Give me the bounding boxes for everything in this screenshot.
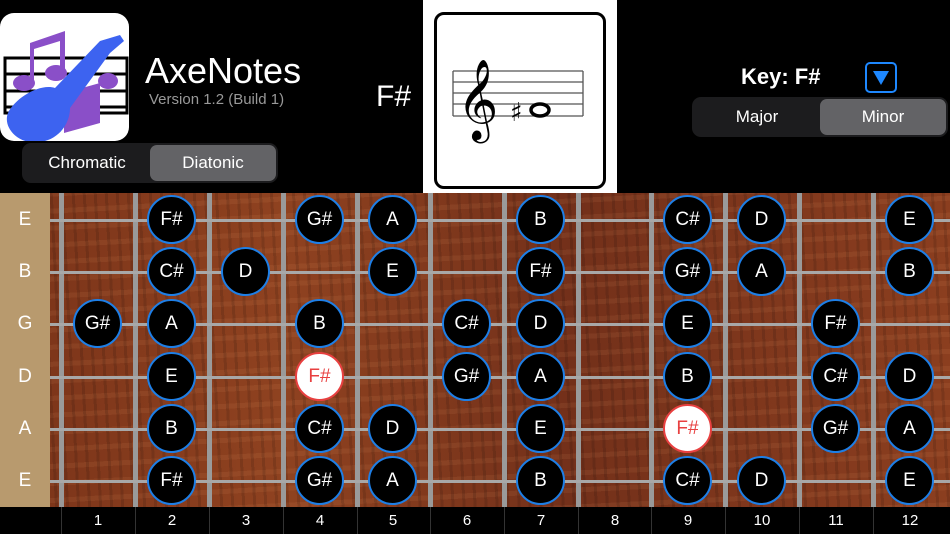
note-marker[interactable]: E [885, 195, 934, 244]
note-marker[interactable]: D [516, 299, 565, 348]
note-marker[interactable]: F# [663, 404, 712, 453]
fret-number: 9 [683, 512, 693, 529]
fret-number: 11 [828, 512, 844, 529]
note-marker[interactable]: C# [295, 404, 344, 453]
note-marker[interactable]: B [885, 247, 934, 296]
scale-minor[interactable]: Minor [820, 99, 946, 135]
whole-note-icon [529, 102, 551, 118]
treble-clef-icon: 𝄞 [457, 58, 498, 143]
fret-wire [355, 193, 360, 507]
fret-wire [797, 193, 802, 507]
mode-chromatic[interactable]: Chromatic [24, 145, 150, 181]
fret-number: 12 [901, 512, 919, 529]
note-marker[interactable]: C# [147, 247, 196, 296]
fretboard: F# G# A B C# D E C# D E F# G# A B G# A B C# D E F# E F# G# A B C# D… [0, 193, 950, 507]
note-marker[interactable]: C# [663, 195, 712, 244]
fret-number: 10 [753, 512, 771, 529]
string-label: E [18, 470, 32, 491]
string-label: D [18, 366, 32, 387]
note-marker[interactable]: D [885, 352, 934, 401]
note-marker[interactable]: F# [811, 299, 860, 348]
app-version: Version 1.2 (Build 1) [149, 91, 285, 108]
note-marker[interactable]: D [221, 247, 270, 296]
string-label: E [18, 209, 32, 230]
note-marker[interactable]: A [368, 456, 417, 505]
note-marker[interactable]: C# [811, 352, 860, 401]
note-marker[interactable]: B [663, 352, 712, 401]
note-marker[interactable]: A [147, 299, 196, 348]
note-marker[interactable]: E [663, 299, 712, 348]
fret-number: 6 [462, 512, 472, 529]
note-marker[interactable]: F# [516, 247, 565, 296]
note-marker[interactable]: E [147, 352, 196, 401]
fret-wire [649, 193, 654, 507]
note-marker[interactable]: E [885, 456, 934, 505]
note-marker[interactable]: G# [295, 456, 344, 505]
mode-diatonic[interactable]: Diatonic [150, 145, 276, 181]
fret-number: 7 [536, 512, 546, 529]
note-marker[interactable]: A [737, 247, 786, 296]
note-marker[interactable]: A [368, 195, 417, 244]
triangle-down-icon [873, 70, 889, 85]
note-marker[interactable]: C# [663, 456, 712, 505]
nut [0, 193, 50, 507]
string-label: B [18, 261, 32, 282]
note-marker[interactable]: G# [442, 352, 491, 401]
key-dropdown-button[interactable] [865, 62, 897, 93]
note-marker[interactable]: B [516, 195, 565, 244]
note-marker[interactable]: D [737, 195, 786, 244]
note-marker[interactable]: G# [295, 195, 344, 244]
fret-wire [281, 193, 286, 507]
staff-notation: 𝄞 ♯ [423, 0, 617, 193]
scale-segmented-control: Major Minor [692, 97, 948, 137]
fret-wire [871, 193, 876, 507]
note-marker[interactable]: A [516, 352, 565, 401]
note-marker[interactable]: B [147, 404, 196, 453]
fret-number: 4 [315, 512, 325, 529]
note-marker[interactable]: D [368, 404, 417, 453]
fret-wire [428, 193, 433, 507]
fret-wire [133, 193, 138, 507]
note-marker[interactable]: G# [73, 299, 122, 348]
app-title: AxeNotes [145, 50, 302, 91]
fret-number: 5 [388, 512, 398, 529]
note-marker[interactable]: A [885, 404, 934, 453]
current-note: F# [376, 80, 412, 113]
string-label: G [17, 313, 33, 334]
fret-wire [502, 193, 507, 507]
note-marker[interactable]: F# [147, 456, 196, 505]
note-marker[interactable]: F# [147, 195, 196, 244]
note-marker[interactable]: G# [663, 247, 712, 296]
app-logo [0, 13, 129, 141]
note-marker[interactable]: D [737, 456, 786, 505]
note-marker[interactable]: E [516, 404, 565, 453]
fret-number: 2 [167, 512, 177, 529]
string-label: A [18, 418, 32, 439]
mode-segmented-control: Chromatic Diatonic [22, 143, 278, 183]
fret-wire [576, 193, 581, 507]
fret-wire [723, 193, 728, 507]
fret-number: 1 [93, 512, 103, 529]
fret-numbers: 1 2 3 4 5 6 7 8 9 10 11 12 [0, 507, 950, 534]
note-marker[interactable]: B [516, 456, 565, 505]
key-label: Key: F# [741, 64, 821, 89]
sharp-icon: ♯ [510, 98, 523, 128]
note-marker[interactable]: G# [811, 404, 860, 453]
scale-major[interactable]: Major [694, 99, 820, 135]
note-marker[interactable]: C# [442, 299, 491, 348]
fret-number: 8 [610, 512, 620, 529]
fret-wire [207, 193, 212, 507]
fret-number: 3 [241, 512, 251, 529]
note-marker[interactable]: B [295, 299, 344, 348]
fret-wire [59, 193, 64, 507]
note-marker[interactable]: F# [295, 352, 344, 401]
note-marker[interactable]: E [368, 247, 417, 296]
